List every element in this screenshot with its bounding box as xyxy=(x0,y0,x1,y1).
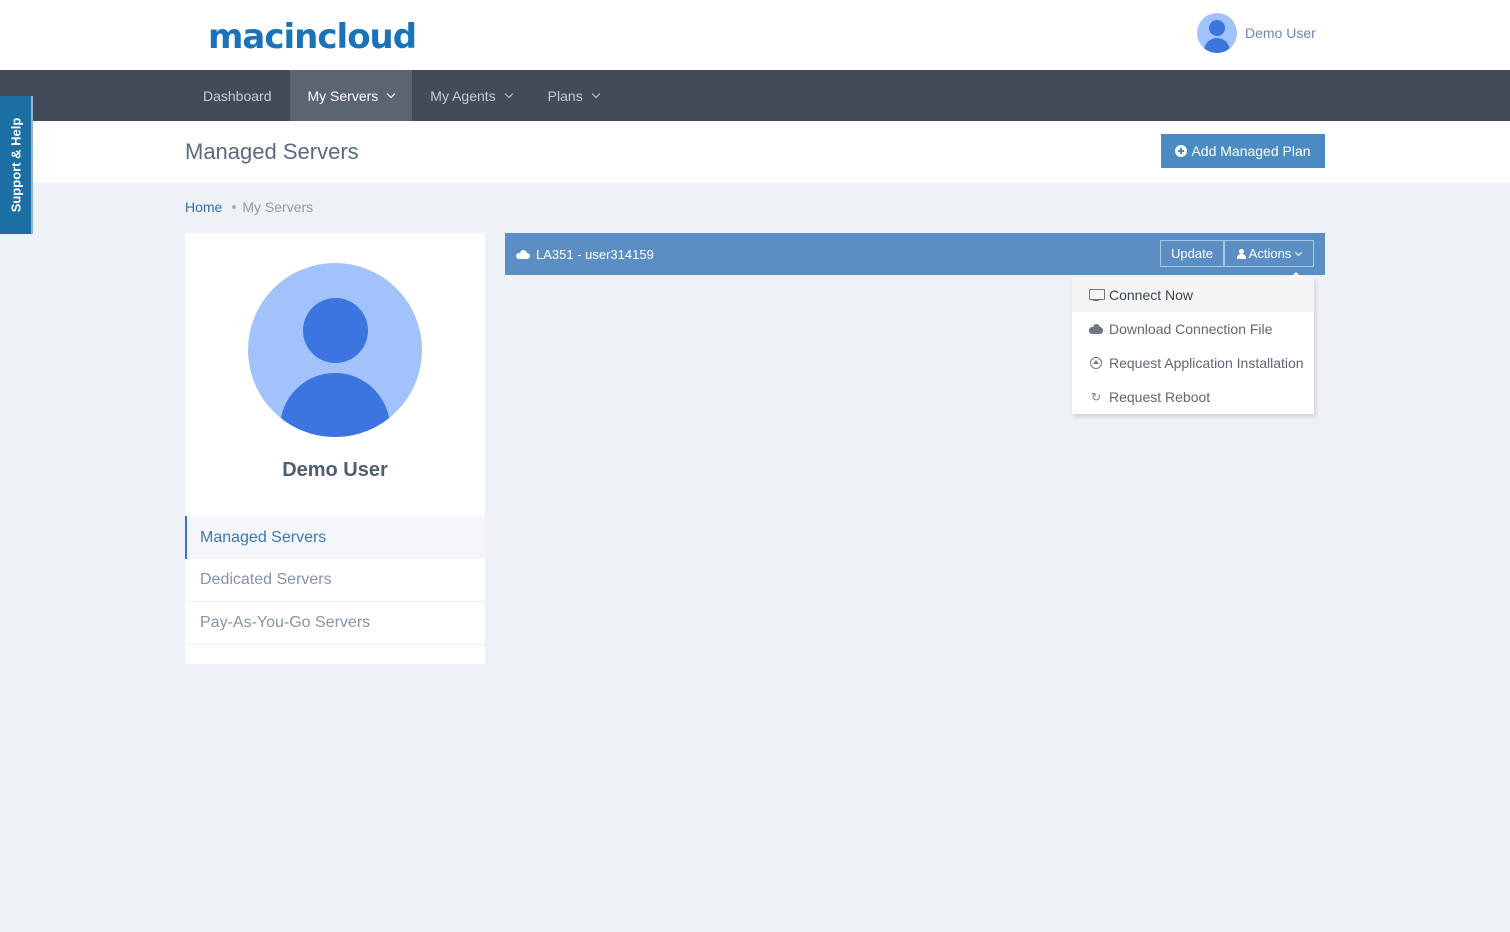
side-item-pay-as-you-go-servers[interactable]: Pay-As-You-Go Servers xyxy=(185,602,485,645)
plus-circle-icon xyxy=(1175,145,1188,157)
macincloud-logo[interactable]: macincloud xyxy=(208,17,417,57)
breadcrumb-separator xyxy=(232,205,237,209)
nav-dashboard[interactable]: Dashboard xyxy=(185,70,290,121)
nav-plans[interactable]: Plans xyxy=(530,70,617,121)
chevron-down-icon xyxy=(387,89,396,98)
avatar xyxy=(248,263,422,437)
support-help-label: Support & Help xyxy=(8,117,23,213)
chevron-down-icon xyxy=(1295,248,1303,256)
side-item-managed-servers[interactable]: Managed Servers xyxy=(185,516,485,559)
user-name[interactable]: Demo User xyxy=(1245,25,1316,41)
user-icon xyxy=(1236,248,1246,259)
nav-label: My Servers xyxy=(307,87,379,104)
menu-item-label: Request Reboot xyxy=(1109,389,1211,405)
avatar[interactable] xyxy=(1197,13,1237,53)
server-header: LA351 - user314159 Update Actions xyxy=(505,233,1325,275)
server-type-menu: Managed Servers Dedicated Servers Pay-As… xyxy=(185,516,485,645)
main-nav: Dashboard My Servers My Agents Plans xyxy=(0,70,1510,121)
breadcrumb: Home My Servers xyxy=(185,199,313,215)
profile-name: Demo User xyxy=(282,459,388,481)
side-item-label: Managed Servers xyxy=(200,528,327,546)
add-managed-plan-button[interactable]: Add Managed Plan xyxy=(1161,134,1325,168)
top-header: macincloud Demo User xyxy=(0,0,1510,70)
chevron-down-icon xyxy=(591,89,600,98)
cloud-icon xyxy=(516,249,530,259)
cloud-download-icon xyxy=(1089,322,1103,336)
arrow-circle-up-icon xyxy=(1089,356,1103,370)
page-title: Managed Servers xyxy=(185,139,359,164)
nav-label: Plans xyxy=(547,87,583,104)
side-item-label: Dedicated Servers xyxy=(200,571,332,588)
update-button[interactable]: Update xyxy=(1160,240,1224,267)
menu-item-download-connection-file[interactable]: Download Connection File xyxy=(1072,312,1314,346)
server-title: LA351 - user314159 xyxy=(516,233,654,275)
menu-item-request-reboot[interactable]: ↻ Request Reboot xyxy=(1072,380,1314,414)
server-name: LA351 - user314159 xyxy=(536,246,654,262)
menu-item-connect-now[interactable]: Connect Now xyxy=(1072,278,1314,312)
nav-label: Dashboard xyxy=(203,87,272,104)
side-item-dedicated-servers[interactable]: Dedicated Servers xyxy=(185,559,485,602)
nav-label: My Agents xyxy=(430,87,496,104)
actions-button[interactable]: Actions xyxy=(1224,240,1314,267)
profile-card: Demo User Managed Servers Dedicated Serv… xyxy=(185,233,485,664)
add-managed-plan-label: Add Managed Plan xyxy=(1191,143,1311,159)
breadcrumb-home[interactable]: Home xyxy=(185,199,222,215)
user-menu[interactable]: Demo User xyxy=(1197,12,1316,54)
actions-dropdown: Connect Now Download Connection File Req… xyxy=(1072,278,1314,414)
monitor-icon xyxy=(1089,288,1105,302)
breadcrumb-current: My Servers xyxy=(242,199,314,215)
menu-item-label: Download Connection File xyxy=(1109,321,1273,337)
nav-my-servers[interactable]: My Servers xyxy=(289,70,413,121)
menu-item-label: Connect Now xyxy=(1109,287,1194,303)
chevron-down-icon xyxy=(504,89,513,98)
side-item-label: Pay-As-You-Go Servers xyxy=(200,614,371,631)
actions-label: Actions xyxy=(1248,246,1292,261)
support-help-tab[interactable]: Support & Help xyxy=(0,96,33,234)
menu-item-label: Request Application Installation xyxy=(1109,355,1304,371)
nav-my-agents[interactable]: My Agents xyxy=(412,70,529,121)
menu-item-request-application-installation[interactable]: Request Application Installation xyxy=(1072,346,1314,380)
refresh-icon: ↻ xyxy=(1090,390,1102,404)
